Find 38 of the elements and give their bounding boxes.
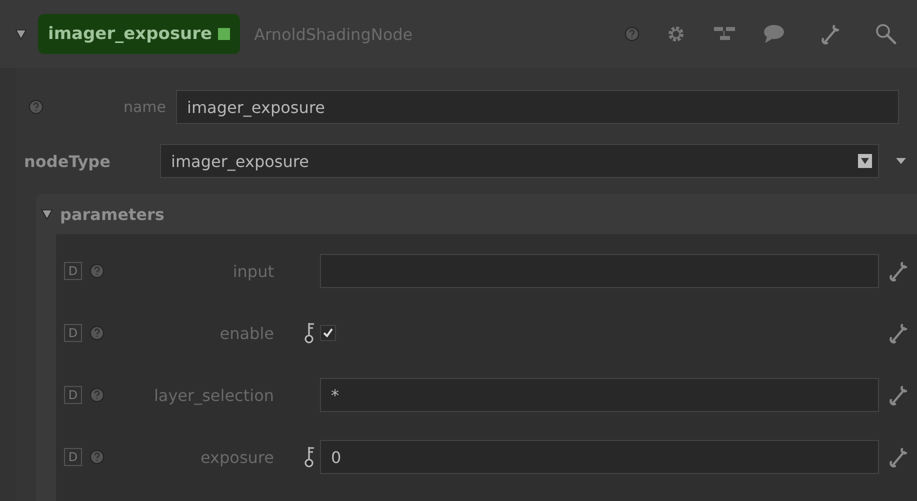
default-marker[interactable]: D	[64, 262, 82, 280]
parameter-field[interactable]	[320, 254, 879, 288]
help-icon[interactable]	[625, 27, 639, 41]
key-icon[interactable]	[304, 446, 316, 468]
name-label: name	[122, 98, 166, 116]
default-marker[interactable]: D	[64, 324, 82, 342]
parameter-label: enable	[218, 324, 274, 342]
parameters-heading[interactable]: parameters	[60, 204, 164, 224]
menu-arrow-icon[interactable]	[895, 157, 907, 165]
expand-triangle-icon[interactable]	[40, 207, 54, 221]
wrench-icon[interactable]	[821, 23, 841, 45]
wrench-icon[interactable]	[889, 322, 909, 344]
default-marker[interactable]: D	[64, 386, 82, 404]
parameter-field[interactable]: 0	[320, 440, 879, 474]
help-icon[interactable]	[90, 388, 104, 402]
node-type-label: nodeType	[23, 152, 112, 170]
search-icon[interactable]	[875, 23, 897, 45]
node-name-badge[interactable]: imager_exposure	[38, 14, 240, 54]
wrench-icon[interactable]	[889, 384, 909, 406]
wrench-icon[interactable]	[889, 446, 909, 468]
key-icon[interactable]	[304, 322, 316, 344]
parameter-label: exposure	[199, 448, 274, 466]
parameter-field[interactable]: *	[320, 378, 879, 412]
help-icon[interactable]	[90, 450, 104, 464]
parameter-label: layer_selection	[152, 386, 274, 404]
checkbox[interactable]	[320, 325, 336, 341]
node-type-dropdown[interactable]: imager_exposure	[160, 144, 879, 178]
help-icon[interactable]	[29, 100, 43, 114]
speech-bubble-icon[interactable]	[763, 24, 785, 44]
help-icon[interactable]	[90, 326, 104, 340]
name-field[interactable]: imager_exposure	[176, 90, 899, 124]
help-icon[interactable]	[90, 264, 104, 278]
default-marker[interactable]: D	[64, 448, 82, 466]
parameter-label: input	[232, 262, 274, 280]
collapse-triangle-icon[interactable]	[14, 27, 28, 41]
wrench-icon[interactable]	[889, 260, 909, 282]
node-graph-icon[interactable]	[713, 26, 737, 42]
status-square-icon	[218, 28, 230, 40]
